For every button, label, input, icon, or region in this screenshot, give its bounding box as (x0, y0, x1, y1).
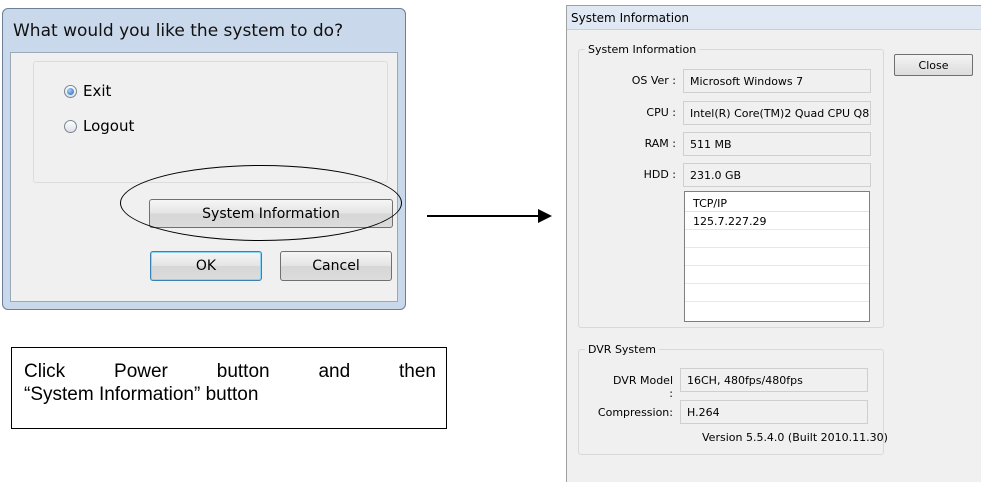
tcp-ip-header: TCP/IP (685, 192, 869, 212)
hdd-label: HDD : (643, 168, 676, 181)
hdd-value: 231.0 GB (683, 163, 871, 187)
ip-row[interactable] (685, 230, 869, 248)
radio-logout[interactable] (64, 119, 77, 133)
version-text: Version 5.5.4.0 (Built 2010.11.30) (702, 431, 888, 444)
cpu-value: Intel(R) Core(TM)2 Quad CPU Q8 (683, 101, 871, 125)
instruction-note: Click Power button and then “System Info… (11, 347, 447, 429)
ip-row[interactable] (685, 284, 869, 302)
os-ver-label: OS Ver : (631, 74, 676, 87)
ip-row[interactable] (685, 266, 869, 284)
dvr-system-group-label: DVR System (585, 343, 659, 356)
ram-label: RAM : (644, 137, 676, 150)
arrow-right-icon (538, 209, 552, 223)
arrow-line (427, 215, 539, 217)
dvr-model-label: DVR Model : (613, 374, 673, 400)
tcp-ip-list[interactable]: TCP/IP 125.7.227.29 (684, 191, 870, 322)
option-logout-label: Logout (83, 117, 135, 135)
cancel-button[interactable]: Cancel (280, 251, 392, 281)
note-line-1: Click Power button and then (24, 361, 436, 382)
ip-row[interactable] (685, 248, 869, 266)
option-exit[interactable]: Exit (64, 82, 111, 100)
option-exit-label: Exit (83, 82, 112, 100)
compression-value: H.264 (680, 400, 868, 424)
system-information-window: System Information Close System Informat… (566, 5, 981, 482)
highlight-ellipse (120, 165, 402, 241)
ok-button[interactable]: OK (150, 251, 262, 281)
close-button[interactable]: Close (894, 54, 973, 76)
compression-label: Compression: (597, 406, 673, 419)
options-group: Exit Logout (33, 61, 388, 183)
radio-exit[interactable] (64, 84, 77, 98)
ip-row[interactable]: 125.7.227.29 (685, 212, 869, 230)
ram-value: 511 MB (683, 132, 871, 156)
system-info-group-label: System Information (585, 43, 700, 56)
cpu-label: CPU : (646, 106, 676, 119)
power-dialog: What would you like the system to do? Ex… (2, 8, 406, 310)
dvr-model-value: 16CH, 480fps/480fps (680, 368, 868, 392)
option-logout[interactable]: Logout (64, 117, 134, 135)
note-line-2: “System Information” button (24, 384, 259, 405)
dialog-title: What would you like the system to do? (13, 21, 344, 41)
os-ver-value: Microsoft Windows 7 (683, 69, 871, 93)
window-title: System Information (567, 6, 981, 30)
